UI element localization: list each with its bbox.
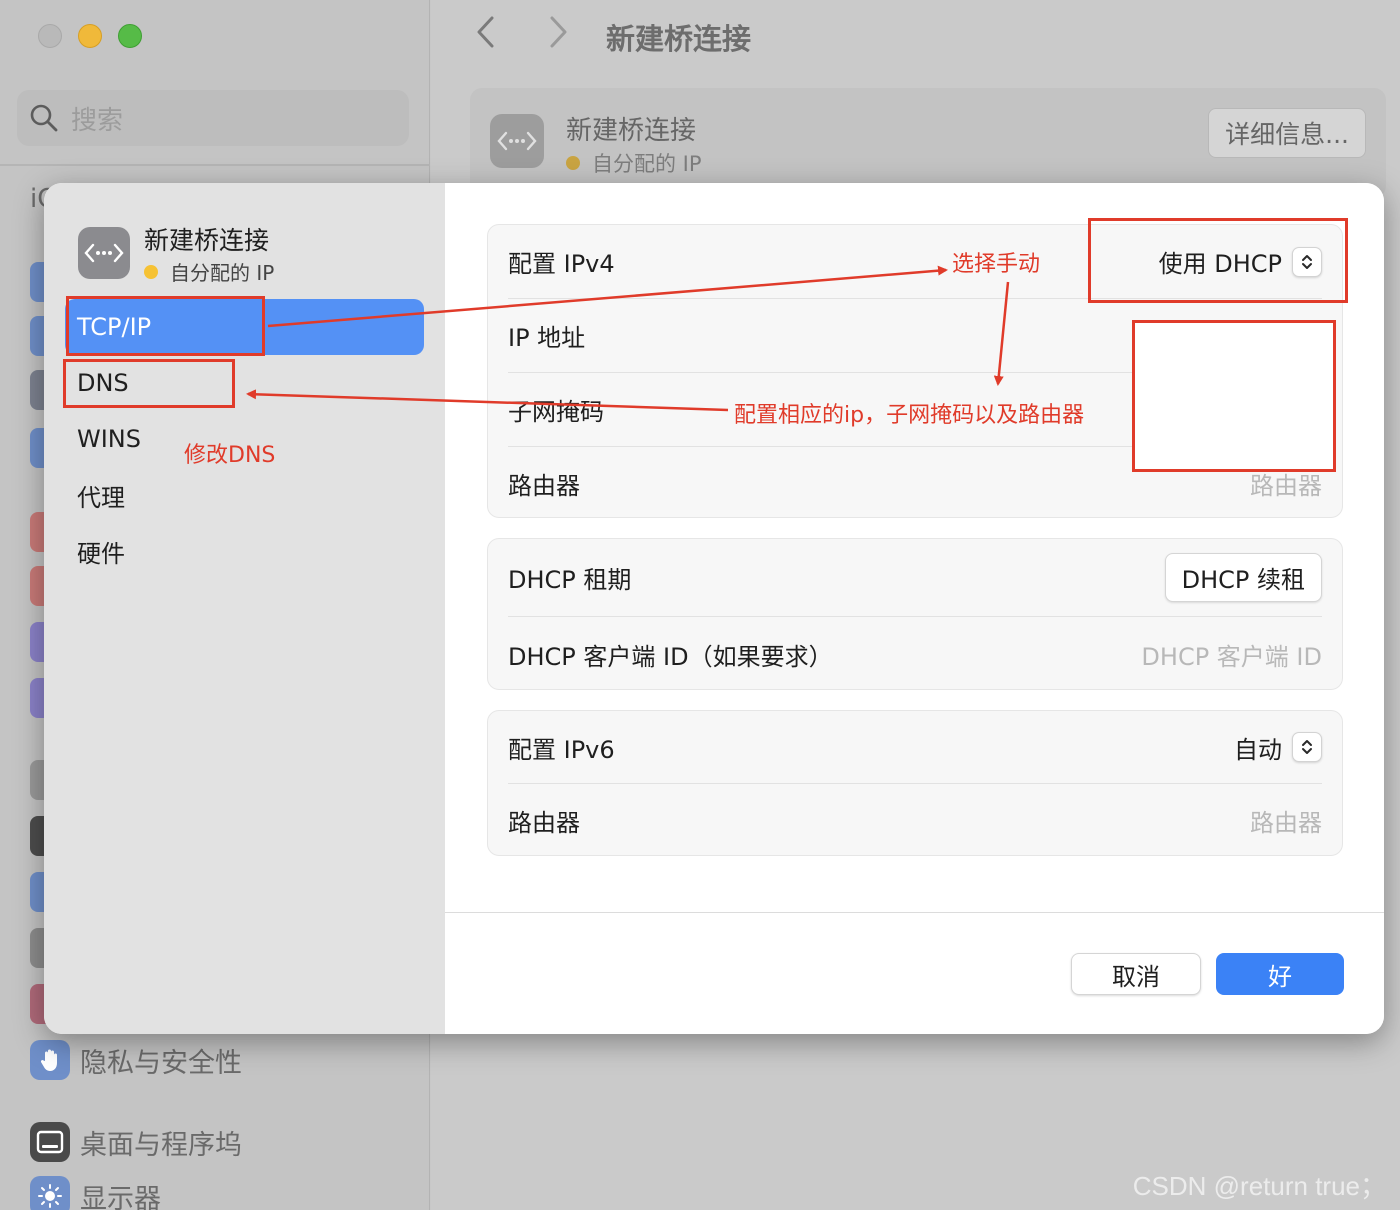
zoom-window-button[interactable] [118, 24, 142, 48]
tab-label: WINS [77, 425, 141, 453]
connection-status-text: 自分配的 IP [592, 152, 702, 176]
dhcp-lease-row: DHCP 租期 DHCP 续租 [488, 539, 1342, 615]
ipv6-router-input[interactable]: 路由器 [1250, 803, 1322, 838]
forward-button[interactable] [546, 14, 570, 59]
search-icon [30, 104, 58, 132]
tab-dns[interactable]: DNS [65, 355, 424, 411]
ip-address-input[interactable]: 1 [1307, 322, 1322, 350]
dhcp-group: DHCP 租期 DHCP 续租 DHCP 客户端 ID（如果要求） DHCP 客… [487, 538, 1343, 690]
tab-wins[interactable]: WINS [65, 411, 424, 467]
sidebar-divider [0, 164, 430, 166]
footer-divider [445, 912, 1384, 913]
watermark: CSDN @return true； [1132, 1171, 1386, 1201]
tab-tcpip[interactable]: TCP/IP [65, 299, 424, 355]
chevron-right-icon [550, 16, 567, 48]
back-button[interactable] [474, 14, 498, 59]
subnet-mask-row: 子网掩码 [488, 373, 1342, 446]
configure-ipv4-row: 配置 IPv4 使用 DHCP [488, 225, 1342, 298]
subnet-mask-label: 子网掩码 [508, 398, 604, 426]
close-window-button[interactable] [38, 24, 62, 48]
window-title: 新建桥连接 [606, 22, 752, 56]
configure-ipv6-label: 配置 IPv6 [508, 735, 615, 764]
connection-status: 自分配的 IP [566, 148, 702, 178]
sidebar-item-privacy[interactable]: 隐私与安全性 [30, 1040, 242, 1080]
cancel-button[interactable]: 取消 [1071, 953, 1201, 995]
router-label: 路由器 [508, 471, 580, 500]
sidebar-item-label: 桌面与程序坞 [80, 1129, 242, 1161]
sidebar-item-label: 隐私与安全性 [80, 1047, 242, 1079]
configure-ipv4-popup[interactable]: 使用 DHCP [1159, 244, 1322, 279]
configure-ipv4-label: 配置 IPv4 [508, 250, 615, 278]
tab-label: 硬件 [77, 539, 125, 568]
network-bridge-icon [490, 114, 544, 168]
background-connection-card: 新建桥连接 自分配的 IP 详细信息... [470, 88, 1386, 198]
ipv4-group: 配置 IPv4 使用 DHCP IP 地址 1 子网掩码 路由器 路由器 [487, 224, 1343, 518]
sidebar-item-desktop-dock[interactable]: 桌面与程序坞 [30, 1122, 242, 1162]
dialog-connection-status-text: 自分配的 IP [170, 261, 275, 285]
configure-ipv4-value: 使用 DHCP [1158, 250, 1282, 278]
search-placeholder: 搜索 [71, 105, 124, 136]
sun-icon [30, 1176, 70, 1210]
network-bridge-icon [78, 227, 130, 279]
tab-hardware[interactable]: 硬件 [65, 523, 424, 579]
tcpip-dialog: 新建桥连接 自分配的 IP TCP/IP DNS WINS 代理 硬件 配置 I… [44, 183, 1384, 1034]
details-button[interactable]: 详细信息... [1208, 108, 1366, 158]
dialog-connection-status: 自分配的 IP [144, 257, 274, 286]
tab-proxies[interactable]: 代理 [65, 467, 424, 523]
dialog-connection-name: 新建桥连接 [144, 226, 270, 255]
configure-ipv6-value: 自动 [1234, 735, 1282, 764]
status-dot-icon [144, 264, 158, 279]
tab-label: 代理 [77, 483, 125, 512]
sidebar-item-label: 显示器 [80, 1183, 161, 1210]
configure-ipv6-popup[interactable]: 自动 [1234, 730, 1322, 765]
dhcp-lease-label: DHCP 租期 [508, 565, 632, 594]
chevron-updown-icon [1292, 732, 1322, 762]
sidebar-item-displays[interactable]: 显示器 [30, 1176, 161, 1210]
dock-icon [30, 1122, 70, 1162]
configure-ipv6-row: 配置 IPv6 自动 [488, 711, 1342, 783]
status-dot-icon [566, 156, 580, 170]
renew-dhcp-button[interactable]: DHCP 续租 [1164, 552, 1322, 602]
ipv6-router-label: 路由器 [508, 809, 580, 837]
ip-address-row: IP 地址 1 [488, 299, 1342, 372]
chevron-updown-icon [1292, 246, 1322, 277]
hand-icon [30, 1040, 70, 1080]
chevron-left-icon [477, 16, 494, 48]
search-field[interactable]: 搜索 [17, 90, 409, 146]
router-row: 路由器 路由器 [488, 447, 1342, 519]
minimize-window-button[interactable] [78, 24, 102, 48]
dhcp-client-id-row: DHCP 客户端 ID（如果要求） DHCP 客户端 ID [488, 617, 1342, 691]
ipv6-router-row: 路由器 路由器 [488, 784, 1342, 857]
dhcp-client-id-input[interactable]: DHCP 客户端 ID [1141, 637, 1322, 672]
connection-name: 新建桥连接 [566, 116, 697, 146]
ok-button[interactable]: 好 [1216, 953, 1344, 995]
dhcp-client-id-label: DHCP 客户端 ID（如果要求） [508, 642, 833, 671]
router-input[interactable]: 路由器 [1250, 466, 1322, 501]
ip-address-label: IP 地址 [508, 324, 586, 352]
dialog-content: 配置 IPv4 使用 DHCP IP 地址 1 子网掩码 路由器 路由器 DHC… [445, 183, 1384, 1034]
tab-label: TCP/IP [77, 313, 152, 341]
tab-label: DNS [77, 369, 129, 397]
dialog-sidebar: 新建桥连接 自分配的 IP TCP/IP DNS WINS 代理 硬件 [44, 183, 445, 1034]
ipv6-group: 配置 IPv6 自动 路由器 路由器 [487, 710, 1343, 856]
